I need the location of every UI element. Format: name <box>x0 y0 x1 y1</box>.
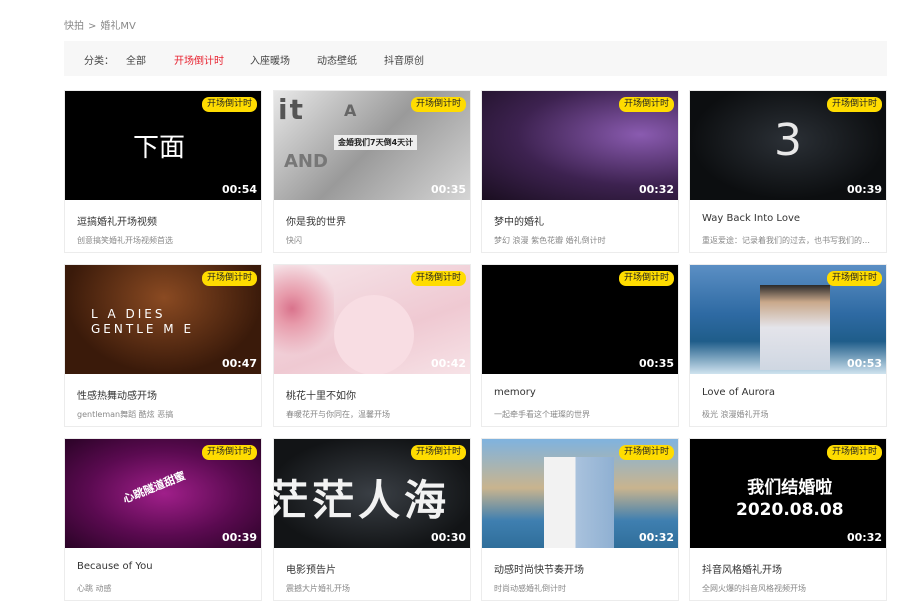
filter-option-all[interactable]: 全部 <box>126 52 146 67</box>
category-label: 分类： <box>84 56 114 67</box>
video-title[interactable]: 桃花十里不如你 <box>286 387 464 402</box>
video-card[interactable]: it A AND 金婚我们7天倒4天计 开场倒计时 00:35 你是我的世界 快… <box>273 90 471 253</box>
video-description: gentleman舞蹈 酷炫 恶搞 <box>77 410 174 419</box>
video-duration: 00:47 <box>221 357 257 370</box>
thumbnail-text: 我们结婚啦 2020.08.08 <box>736 478 844 520</box>
video-card[interactable]: 下面 开场倒计时 00:54 逗搞婚礼开场视频 创意搞笑婚礼开场视频首选 <box>64 90 262 253</box>
video-duration: 00:39 <box>846 183 882 196</box>
video-thumbnail[interactable]: 心跳隧道甜蜜 开场倒计时 00:39 <box>65 439 261 548</box>
video-card[interactable]: 我们结婚啦 2020.08.08 开场倒计时 00:32 抖音风格婚礼开场 全网… <box>689 438 887 601</box>
blossom-icon <box>274 265 334 374</box>
thumbnail-text: 3 <box>774 115 802 166</box>
video-description: 重返爱途：记录着我们的过去，也书写我们的… <box>702 236 870 245</box>
video-duration: 00:42 <box>430 357 466 370</box>
video-duration: 00:54 <box>221 183 257 196</box>
video-card[interactable]: 开场倒计时 00:32 动感时尚快节奏开场 时尚动感婚礼倒计时 <box>481 438 679 601</box>
video-duration: 00:53 <box>846 357 882 370</box>
breadcrumb: 快拍 > 婚礼MV <box>64 17 136 32</box>
video-title[interactable]: Way Back Into Love <box>702 213 880 224</box>
video-duration: 00:39 <box>221 531 257 544</box>
video-description: 极光 浪漫婚礼开场 <box>702 410 769 419</box>
video-thumbnail[interactable]: L A DIES GENTLE M E 开场倒计时 00:47 <box>65 265 261 374</box>
newspaper-collage-icon: AND <box>284 151 328 172</box>
video-thumbnail[interactable]: it A AND 金婚我们7天倒4天计 开场倒计时 00:35 <box>274 91 470 200</box>
category-filter-bar: 分类： 全部 开场倒计时 入座暖场 动态壁纸 抖音原创 <box>64 41 887 76</box>
filter-option-countdown[interactable]: 开场倒计时 <box>174 52 224 67</box>
newspaper-collage-icon: A <box>344 101 357 120</box>
category-badge: 开场倒计时 <box>618 97 674 112</box>
couple-photo-icon <box>760 285 830 370</box>
video-thumbnail[interactable]: 3 开场倒计时 00:39 <box>690 91 886 200</box>
thumbnail-text: 心跳隧道甜蜜 <box>121 469 188 506</box>
video-duration: 00:32 <box>846 531 882 544</box>
category-badge: 开场倒计时 <box>201 271 257 286</box>
video-description: 全网火爆的抖音风格视频开场 <box>702 584 806 593</box>
video-card[interactable]: 开场倒计时 00:42 桃花十里不如你 春暖花开与你同在，温馨开场 <box>273 264 471 427</box>
video-description: 梦幻 浪漫 紫色花瓣 婚礼倒计时 <box>494 236 606 245</box>
video-thumbnail[interactable]: 开场倒计时 00:42 <box>274 265 470 374</box>
video-card[interactable]: 开场倒计时 00:53 Love of Aurora 极光 浪漫婚礼开场 <box>689 264 887 427</box>
video-description: 一起牵手看这个璀璨的世界 <box>494 410 590 419</box>
video-title[interactable]: memory <box>494 387 672 398</box>
category-badge: 开场倒计时 <box>201 97 257 112</box>
category-badge: 开场倒计时 <box>410 271 466 286</box>
video-thumbnail[interactable]: 开场倒计时 00:32 <box>482 91 678 200</box>
couple-photo-icon <box>544 457 614 548</box>
video-title[interactable]: 电影预告片 <box>286 561 464 576</box>
video-description: 心跳 动感 <box>77 584 112 593</box>
thumbnail-text: 茫茫人海 <box>274 476 451 525</box>
video-title[interactable]: 梦中的婚礼 <box>494 213 672 228</box>
video-thumbnail[interactable]: 下面 开场倒计时 00:54 <box>65 91 261 200</box>
filter-option-douyin[interactable]: 抖音原创 <box>384 52 424 67</box>
video-description: 震撼大片婚礼开场 <box>286 584 350 593</box>
video-title[interactable]: 你是我的世界 <box>286 213 464 228</box>
thumbnail-text: L A DIES GENTLE M E <box>91 307 195 336</box>
video-thumbnail[interactable]: 茫茫人海 开场倒计时 00:30 <box>274 439 470 548</box>
filter-option-seating[interactable]: 入座暖场 <box>250 52 290 67</box>
video-title[interactable]: 逗搞婚礼开场视频 <box>77 213 255 228</box>
video-duration: 00:32 <box>638 531 674 544</box>
video-thumbnail[interactable]: 开场倒计时 00:53 <box>690 265 886 374</box>
video-duration: 00:35 <box>638 357 674 370</box>
category-badge: 开场倒计时 <box>618 271 674 286</box>
video-duration: 00:35 <box>430 183 466 196</box>
video-card[interactable]: 3 开场倒计时 00:39 Way Back Into Love 重返爱途：记录… <box>689 90 887 253</box>
video-card[interactable]: 心跳隧道甜蜜 开场倒计时 00:39 Because of You 心跳 动感 <box>64 438 262 601</box>
category-badge: 开场倒计时 <box>410 445 466 460</box>
category-badge: 开场倒计时 <box>201 445 257 460</box>
newspaper-collage-icon: it <box>278 93 305 126</box>
video-description: 春暖花开与你同在，温馨开场 <box>286 410 390 419</box>
video-title[interactable]: 抖音风格婚礼开场 <box>702 561 880 576</box>
video-description: 创意搞笑婚礼开场视频首选 <box>77 236 173 245</box>
moon-icon <box>334 295 414 374</box>
video-description: 时尚动感婚礼倒计时 <box>494 584 566 593</box>
video-card[interactable]: L A DIES GENTLE M E 开场倒计时 00:47 性感热舞动感开场… <box>64 264 262 427</box>
category-badge: 开场倒计时 <box>618 445 674 460</box>
video-thumbnail[interactable]: 我们结婚啦 2020.08.08 开场倒计时 00:32 <box>690 439 886 548</box>
thumbnail-text: 金婚我们7天倒4天计 <box>334 135 418 150</box>
video-card[interactable]: 茫茫人海 开场倒计时 00:30 电影预告片 震撼大片婚礼开场 <box>273 438 471 601</box>
video-card[interactable]: 开场倒计时 00:32 梦中的婚礼 梦幻 浪漫 紫色花瓣 婚礼倒计时 <box>481 90 679 253</box>
video-title[interactable]: 动感时尚快节奏开场 <box>494 561 672 576</box>
video-duration: 00:32 <box>638 183 674 196</box>
breadcrumb-separator: > <box>88 21 97 32</box>
video-duration: 00:30 <box>430 531 466 544</box>
video-thumbnail[interactable]: 开场倒计时 00:35 <box>482 265 678 374</box>
video-thumbnail[interactable]: 开场倒计时 00:32 <box>482 439 678 548</box>
video-card[interactable]: 开场倒计时 00:35 memory 一起牵手看这个璀璨的世界 <box>481 264 679 427</box>
category-badge: 开场倒计时 <box>826 445 882 460</box>
video-title[interactable]: Because of You <box>77 561 255 572</box>
category-badge: 开场倒计时 <box>826 271 882 286</box>
breadcrumb-home-link[interactable]: 快拍 <box>64 21 84 32</box>
video-description: 快闪 <box>286 236 302 245</box>
breadcrumb-current: 婚礼MV <box>100 21 136 32</box>
video-title[interactable]: 性感热舞动感开场 <box>77 387 255 402</box>
thumbnail-text: 下面 <box>133 133 186 163</box>
video-title[interactable]: Love of Aurora <box>702 387 880 398</box>
filter-option-wallpaper[interactable]: 动态壁纸 <box>317 52 357 67</box>
category-badge: 开场倒计时 <box>410 97 466 112</box>
category-badge: 开场倒计时 <box>826 97 882 112</box>
